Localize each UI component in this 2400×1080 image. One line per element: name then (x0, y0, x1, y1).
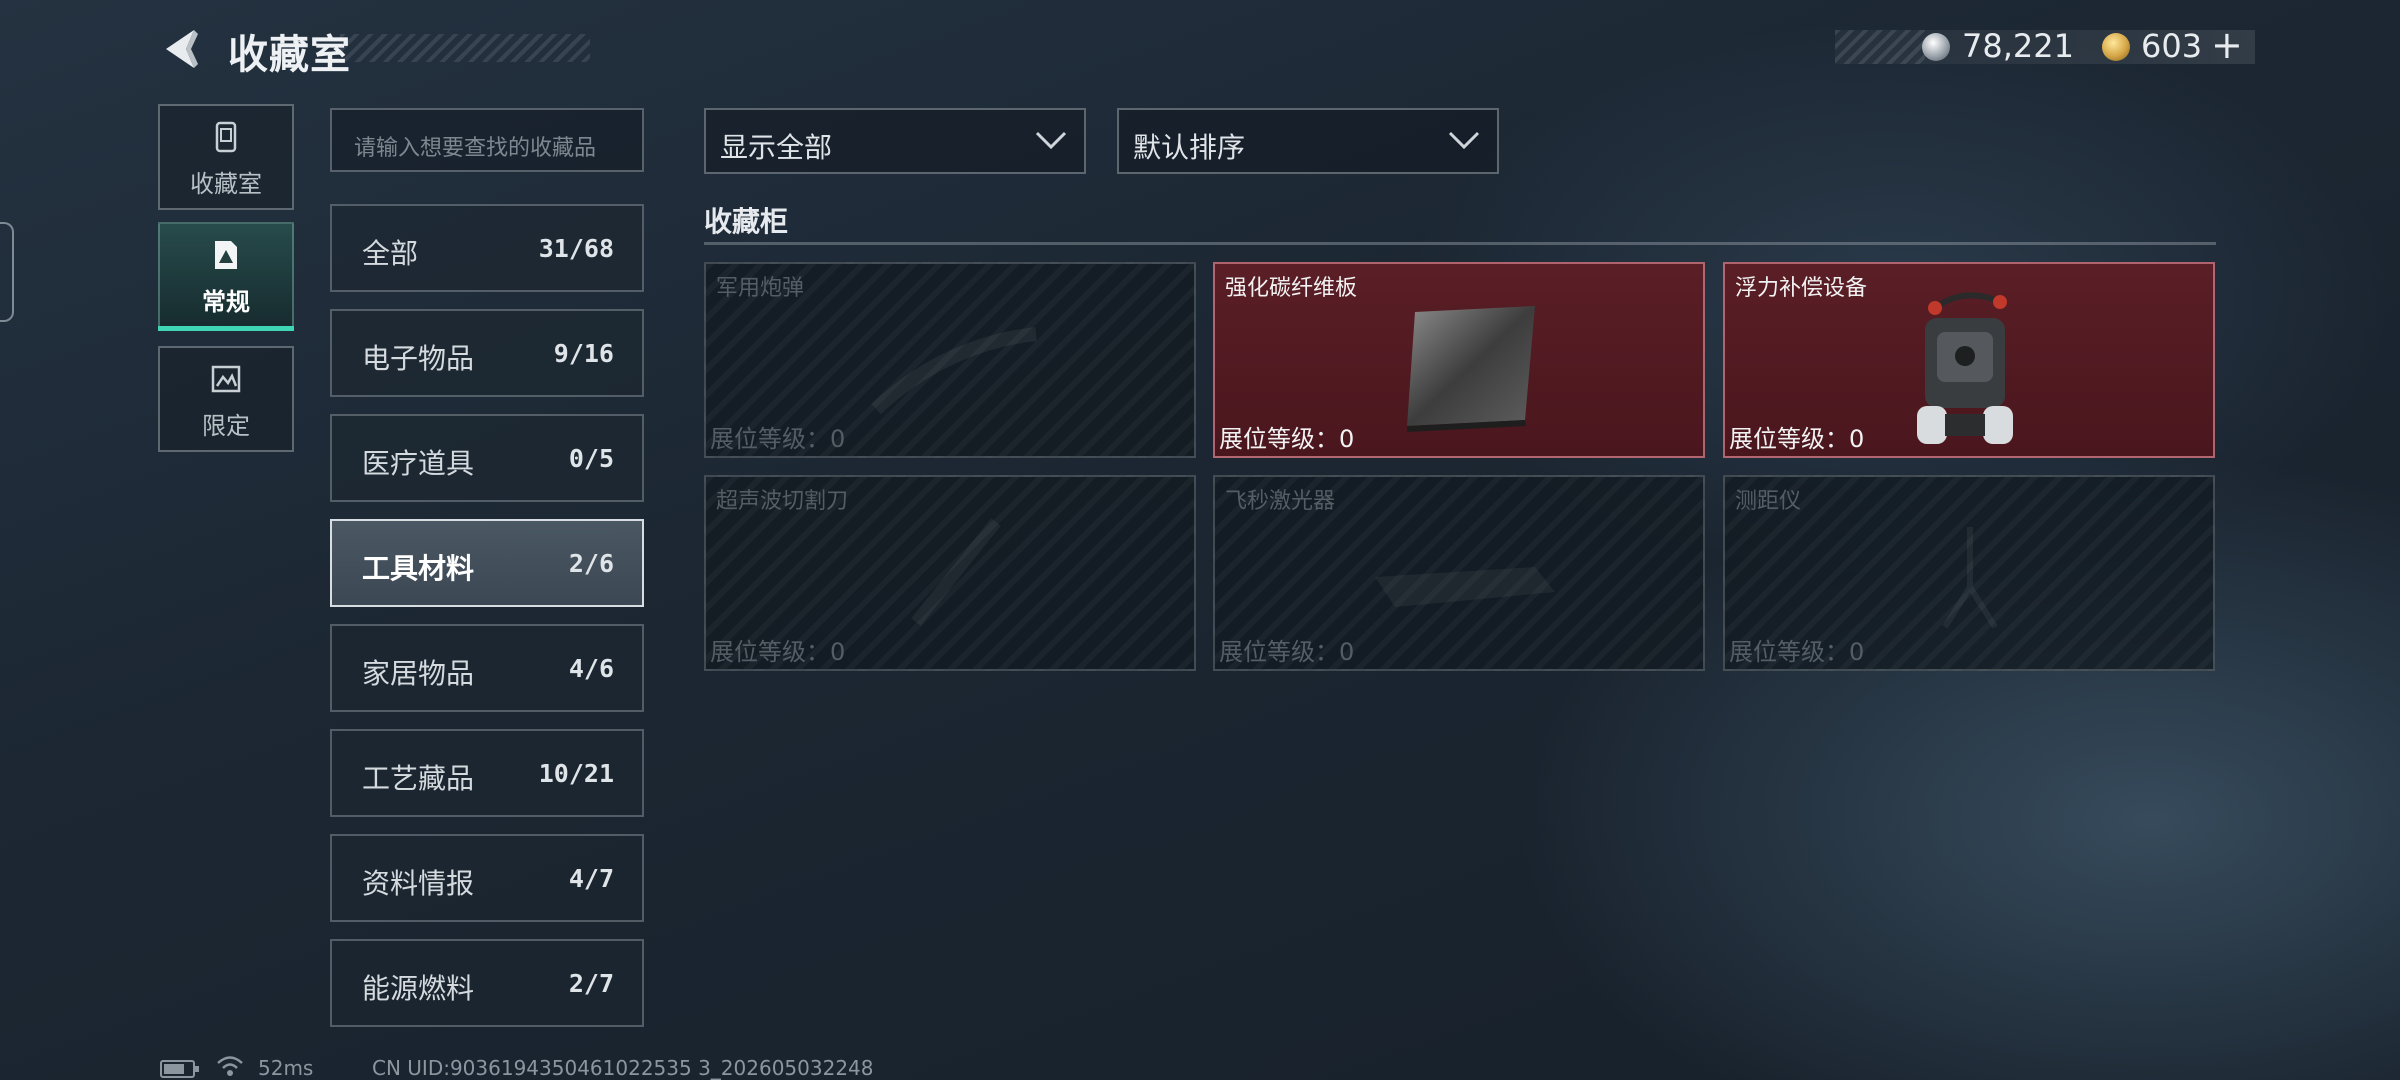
cabinet-icon (215, 121, 237, 153)
slot-name: 测距仪 (1735, 489, 1802, 514)
sort-dropdown-value: 默认排序 (1133, 131, 1246, 164)
buoyancy-device-icon (1917, 292, 2013, 444)
cabinet-slot-ultrasonic-cutter[interactable]: 超声波切割刀 展位等级：0 (704, 475, 1196, 671)
slot-level: 展位等级：0 (1219, 425, 1355, 453)
section-divider (704, 242, 2216, 245)
battery-icon (160, 1060, 199, 1078)
slot-level: 展位等级：0 (1729, 638, 1865, 666)
category-count: 9/16 (553, 339, 614, 368)
military-shell-icon (871, 327, 1037, 415)
femtosecond-laser-icon (1375, 567, 1555, 607)
slot-level: 展位等级：0 (710, 638, 846, 666)
ultrasonic-cutter-icon (911, 518, 1001, 626)
back-arrow-icon[interactable] (156, 26, 202, 72)
title-decoration (340, 34, 590, 62)
slot-name: 超声波切割刀 (716, 489, 849, 514)
nav-regular[interactable]: 常规 (158, 222, 294, 328)
slot-level: 展位等级：0 (710, 425, 846, 453)
chevron-down-icon (1035, 131, 1067, 150)
side-drawer-handle[interactable] (0, 222, 14, 322)
cabinet-slot-buoyancy-device[interactable]: 浮力补偿设备 展位等级：0 (1723, 262, 2215, 458)
cabinet-slot-military-shell[interactable]: 军用炮弹 展位等级：0 (704, 262, 1196, 458)
category-energy-fuel[interactable]: 能源燃料 2/7 (330, 939, 644, 1027)
category-all[interactable]: 全部 31/68 (330, 204, 644, 292)
slot-name: 飞秒激光器 (1225, 489, 1336, 514)
nav-collection-room[interactable]: 收藏室 (158, 104, 294, 210)
limited-collection-icon (211, 365, 241, 393)
slot-name: 浮力补偿设备 (1735, 276, 1868, 301)
category-electronics[interactable]: 电子物品 9/16 (330, 309, 644, 397)
slot-level: 展位等级：0 (1219, 638, 1355, 666)
cabinet-slot-femtosecond-laser[interactable]: 飞秒激光器 展位等级：0 (1213, 475, 1705, 671)
nav-label: 限定 (202, 412, 250, 440)
currency-bar-decoration (1835, 30, 1925, 64)
regular-collection-icon (215, 241, 237, 269)
nav-label: 收藏室 (190, 170, 262, 198)
category-name: 工具材料 (362, 552, 475, 585)
cabinet-slot-rangefinder[interactable]: 测距仪 展位等级：0 (1723, 475, 2215, 671)
sort-dropdown[interactable]: 默认排序 (1117, 108, 1499, 174)
category-count: 4/7 (568, 864, 614, 893)
category-crafts[interactable]: 工艺藏品 10/21 (330, 729, 644, 817)
gold-amount: 603 (2141, 27, 2203, 65)
category-name: 全部 (362, 237, 419, 270)
category-name: 电子物品 (362, 342, 475, 375)
active-tab-indicator (158, 326, 294, 331)
category-tools-materials[interactable]: 工具材料 2/6 (330, 519, 644, 607)
rangefinder-icon (1942, 527, 1998, 629)
category-count: 10/21 (538, 759, 614, 788)
gold-coin-icon (2102, 33, 2130, 61)
filter-dropdown-value: 显示全部 (720, 131, 833, 164)
category-intel[interactable]: 资料情报 4/7 (330, 834, 644, 922)
category-count: 31/68 (538, 234, 614, 263)
ping-readout: 52ms (258, 1056, 314, 1080)
page-title: 收藏室 (228, 32, 351, 78)
category-count: 0/5 (568, 444, 614, 473)
chevron-down-icon (1448, 131, 1480, 150)
filter-dropdown[interactable]: 显示全部 (704, 108, 1086, 174)
category-medical[interactable]: 医疗道具 0/5 (330, 414, 644, 502)
category-household[interactable]: 家居物品 4/6 (330, 624, 644, 712)
wifi-icon (217, 1056, 243, 1076)
nav-limited[interactable]: 限定 (158, 346, 294, 452)
silver-coin-icon (1922, 33, 1950, 61)
section-title: 收藏柜 (704, 205, 789, 238)
category-name: 家居物品 (362, 657, 475, 690)
category-count: 2/6 (568, 549, 614, 578)
add-currency-button[interactable]: + (2211, 23, 2243, 67)
slot-name: 军用炮弹 (716, 276, 805, 301)
cabinet-slot-carbon-fiber-plate[interactable]: 强化碳纤维板 展位等级：0 (1213, 262, 1705, 458)
silver-amount: 78,221 (1962, 27, 2074, 65)
category-count: 2/7 (568, 969, 614, 998)
uid-readout: CN UID:9036194350461022535 3_20260503224… (372, 1056, 874, 1080)
search-input[interactable]: 请输入想要查找的收藏品 (330, 108, 644, 172)
slot-level: 展位等级：0 (1729, 425, 1865, 453)
nav-label: 常规 (202, 288, 250, 316)
category-name: 医疗道具 (362, 447, 475, 480)
slot-name: 强化碳纤维板 (1225, 276, 1358, 301)
category-name: 能源燃料 (362, 972, 475, 1005)
category-name: 资料情报 (362, 867, 475, 900)
category-name: 工艺藏品 (362, 762, 475, 795)
category-count: 4/6 (568, 654, 614, 683)
carbon-fiber-plate-icon (1407, 306, 1535, 432)
